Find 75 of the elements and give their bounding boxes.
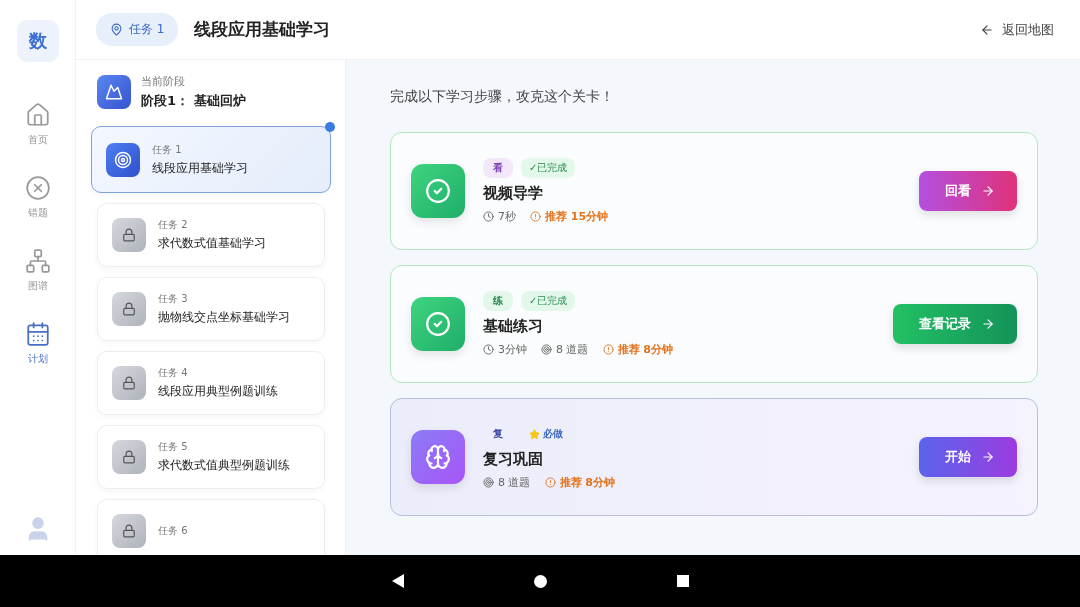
status-badge: ✓已完成 [521, 291, 576, 311]
recents-square-icon[interactable] [676, 575, 689, 587]
step-title: 复习巩固 [483, 450, 544, 469]
alert-icon [530, 211, 541, 222]
brain-icon [411, 430, 465, 484]
lock-icon [112, 292, 146, 326]
lock-icon [112, 440, 146, 474]
target-icon [483, 477, 494, 488]
star-icon [529, 428, 540, 440]
task-card[interactable]: 任务 2 求代数式值基础学习 [97, 203, 325, 267]
meta-text: 3分钟 [498, 342, 527, 357]
task-label: 任务 6 [158, 524, 188, 538]
meta-text: 推荐 15分钟 [545, 209, 609, 224]
lock-icon [112, 218, 146, 252]
nav-item[interactable]: 图谱 [24, 242, 51, 299]
step-tag: 练 [483, 291, 513, 311]
task-label: 任务 2 [158, 218, 189, 232]
meta-text: 8 道题 [498, 475, 531, 490]
location-pin-icon [110, 23, 123, 36]
mountain-icon [97, 75, 131, 109]
app-logo[interactable]: 数 [16, 20, 59, 62]
target-icon [106, 142, 140, 177]
step-tag: 复 [483, 424, 513, 444]
page-title: 线段应用基础学习 [194, 18, 331, 41]
arrow-right-icon [981, 450, 995, 464]
network-icon [24, 248, 51, 274]
step-title: 基础练习 [483, 317, 544, 336]
status-badge: ✓已完成 [521, 158, 576, 178]
nav-item[interactable]: 首页 [24, 96, 51, 153]
meta-text: 推荐 8分钟 [559, 475, 615, 490]
task-badge: 任务 1 [96, 13, 179, 46]
arrow-right-icon [981, 317, 995, 331]
status-label: 必做 [521, 424, 571, 444]
task-label: 任务 3 [158, 292, 189, 306]
lock-icon [112, 514, 146, 548]
home-circle-icon[interactable] [533, 574, 547, 588]
task-label: 任务 5 [158, 440, 189, 454]
x-circle-icon [24, 175, 51, 201]
clock-icon [483, 344, 494, 355]
meta-text: 推荐 8分钟 [617, 342, 673, 357]
target-icon [541, 344, 552, 355]
task-title: 线段应用典型例题训练 [158, 383, 278, 400]
home-icon [24, 102, 51, 128]
back-triangle-icon[interactable] [391, 574, 404, 588]
back-to-map-button[interactable]: 返回地图 [974, 19, 1060, 40]
task-title: 抛物线交点坐标基础学习 [158, 309, 290, 326]
task-card[interactable]: 任务 6 [97, 499, 325, 555]
step-title: 视频导学 [483, 184, 544, 203]
task-label: 任务 1 [152, 142, 183, 157]
stage-name: 阶段1： 基础回炉 [141, 92, 246, 110]
step-action-button[interactable]: 开始 [919, 437, 1017, 477]
task-card[interactable]: 任务 5 求代数式值典型例题训练 [97, 425, 325, 489]
task-title: 求代数式值基础学习 [158, 235, 266, 252]
task-title: 线段应用基础学习 [152, 159, 248, 177]
step-action-button[interactable]: 回看 [919, 171, 1017, 211]
arrow-left-icon [980, 22, 994, 37]
meta-text: 8 道题 [556, 342, 589, 357]
clock-icon [483, 211, 494, 222]
task-card[interactable]: 任务 4 线段应用典型例题训练 [97, 351, 325, 415]
task-title: 求代数式值典型例题训练 [158, 457, 290, 474]
task-label: 任务 4 [158, 366, 189, 380]
step-tag: 看 [483, 158, 513, 178]
alert-icon [544, 477, 556, 488]
nav-item[interactable]: 错题 [24, 169, 51, 226]
arrow-right-icon [981, 184, 995, 198]
instruction-text: 完成以下学习步骤，攻克这个关卡！ [390, 88, 615, 106]
step-action-button[interactable]: 查看记录 [893, 304, 1017, 344]
active-dot [325, 122, 335, 132]
task-card[interactable]: 任务 3 抛物线交点坐标基础学习 [97, 277, 325, 341]
nav-item[interactable]: 计划 [24, 315, 51, 372]
calendar-icon [24, 321, 51, 347]
alert-icon [602, 344, 614, 355]
stage-caption: 当前阶段 [141, 74, 186, 89]
meta-text: 7秒 [498, 209, 516, 224]
lock-icon [112, 366, 146, 400]
